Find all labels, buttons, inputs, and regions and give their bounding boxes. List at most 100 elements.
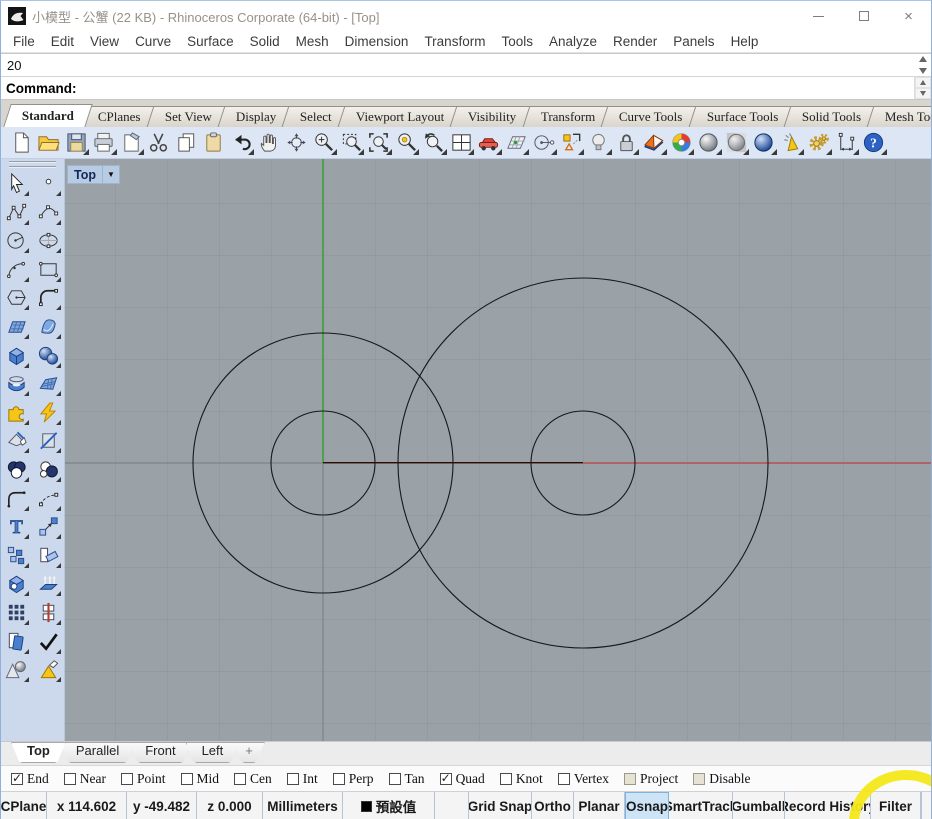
- osnap-toggle-disable[interactable]: Disable: [693, 771, 751, 787]
- viewport-tab-front[interactable]: Front: [129, 742, 191, 763]
- status-cell-6[interactable]: [435, 792, 469, 819]
- sidebar-tool-icon-check-tool[interactable]: [35, 629, 62, 654]
- maximize-button[interactable]: [841, 1, 886, 31]
- toolbar-icon-color-wheel[interactable]: [668, 130, 694, 156]
- toolbar-icon-rotate-view[interactable]: [283, 130, 309, 156]
- toolbar-icon-dimension[interactable]: [833, 130, 859, 156]
- menu-item-help[interactable]: Help: [723, 34, 767, 49]
- toolbar-tab-mesh-tools[interactable]: Mesh Tools: [866, 106, 931, 127]
- menu-item-render[interactable]: Render: [605, 34, 665, 49]
- osnap-toggle-end[interactable]: End: [11, 771, 49, 787]
- viewport-tab-parallel[interactable]: Parallel: [60, 742, 135, 763]
- status-cell-x-114-602[interactable]: x 114.602: [47, 792, 127, 819]
- toolbar-icon-options[interactable]: [806, 130, 832, 156]
- sidebar-tool-icon-extend-curve[interactable]: [35, 486, 62, 511]
- sidebar-tool-icon-extrude-tool[interactable]: [35, 571, 62, 597]
- sidebar-tool-icon-explode-tool[interactable]: [35, 400, 62, 425]
- scroll-up-icon[interactable]: [919, 56, 927, 62]
- toolbar-icon-shaded-viewport[interactable]: [696, 130, 722, 156]
- osnap-toggle-knot[interactable]: Knot: [499, 771, 543, 787]
- toolbar-tab-visibility[interactable]: Visibility: [449, 106, 536, 127]
- minimize-button[interactable]: [796, 1, 841, 31]
- sidebar-tool-icon-trim-tool[interactable]: [3, 428, 30, 454]
- toolbar-tab-curve-tools[interactable]: Curve Tools: [600, 106, 701, 127]
- status-cell-smarttrack[interactable]: SmartTrack: [669, 792, 733, 819]
- checkbox-icon[interactable]: [120, 772, 133, 785]
- sidebar-tool-icon-torus-tool[interactable]: [3, 371, 30, 397]
- toolbar-icon-undo-view[interactable]: [421, 130, 447, 156]
- scroll-down-icon[interactable]: [919, 68, 927, 74]
- checkbox-icon[interactable]: [388, 772, 401, 785]
- toolbar-tab-solid-tools[interactable]: Solid Tools: [783, 106, 880, 127]
- sidebar-tool-icon-pyramid-hand[interactable]: [35, 657, 62, 683]
- spinner-up-icon[interactable]: [915, 77, 931, 88]
- sidebar-tool-icon-box-tool[interactable]: [3, 343, 30, 368]
- menu-item-panels[interactable]: Panels: [665, 34, 722, 49]
- toolbar-icon-ghosted-viewport[interactable]: [723, 130, 749, 156]
- viewport-canvas[interactable]: [65, 159, 932, 741]
- toolbar-icon-zoom-window[interactable]: [338, 130, 364, 156]
- checkbox-icon[interactable]: [180, 772, 193, 785]
- menu-item-curve[interactable]: Curve: [127, 34, 179, 49]
- menu-item-solid[interactable]: Solid: [242, 34, 288, 49]
- status-cell-ortho[interactable]: Ortho: [532, 792, 574, 819]
- sidebar-tool-icon-text-tool[interactable]: T: [3, 514, 30, 540]
- toolbar-icon-osnap-settings[interactable]: [558, 130, 584, 156]
- checkbox-icon[interactable]: [693, 772, 706, 785]
- sidebar-grip[interactable]: [9, 161, 56, 168]
- close-button[interactable]: ×: [886, 1, 931, 31]
- toolbar-icon-render[interactable]: [778, 130, 804, 156]
- sidebar-tool-icon-section-tool[interactable]: [35, 600, 62, 625]
- toolbar-tab-surface-tools[interactable]: Surface Tools: [688, 106, 797, 127]
- toolbar-icon-undo[interactable]: [228, 130, 254, 156]
- checkbox-icon[interactable]: [439, 771, 452, 785]
- sidebar-tool-icon-circle-tool[interactable]: [3, 228, 30, 254]
- menu-item-surface[interactable]: Surface: [179, 34, 242, 49]
- toolbar-icon-page-setup[interactable]: [118, 130, 144, 156]
- toolbar-tab-standard[interactable]: Standard: [3, 104, 93, 127]
- viewport-tab-[interactable]: +: [233, 742, 265, 763]
- viewport-tab-left[interactable]: Left: [186, 742, 240, 763]
- toolbar-icon-print[interactable]: [91, 130, 117, 156]
- checkbox-icon[interactable]: [234, 772, 247, 785]
- status-cell-z-0-000[interactable]: z 0.000: [197, 792, 263, 819]
- status-cell-filter[interactable]: Filter: [871, 792, 921, 819]
- status-cell-y-49-482[interactable]: y -49.482: [127, 792, 197, 819]
- toolbar-icon-viewport-layout[interactable]: [448, 130, 474, 156]
- checkbox-icon[interactable]: [63, 772, 76, 785]
- osnap-toggle-tan[interactable]: Tan: [388, 771, 425, 787]
- sidebar-tool-icon-layers-copy[interactable]: [3, 629, 30, 654]
- toolbar-tab-transform[interactable]: Transform: [522, 106, 614, 127]
- sidebar-tool-icon-surface-curved[interactable]: [35, 314, 62, 339]
- osnap-toggle-mid[interactable]: Mid: [180, 771, 219, 787]
- toolbar-icon-cplane[interactable]: [503, 130, 529, 156]
- menu-item-dimension[interactable]: Dimension: [337, 34, 417, 49]
- toolbar-icon-zoom-dynamic[interactable]: [311, 130, 337, 156]
- checkbox-icon[interactable]: [286, 772, 299, 785]
- toolbar-icon-lights[interactable]: [586, 130, 612, 156]
- toolbar-icon-set-cplane-origin[interactable]: [531, 130, 557, 156]
- sidebar-tool-icon-surface-plane[interactable]: [3, 314, 30, 339]
- sidebar-tool-icon-primitives-tool[interactable]: [3, 657, 30, 683]
- toolbar-icon-cut[interactable]: [146, 130, 172, 156]
- menu-item-view[interactable]: View: [82, 34, 127, 49]
- status-cell-planar[interactable]: Planar: [574, 792, 625, 819]
- viewport-tab-top[interactable]: Top: [11, 742, 66, 763]
- toolbar-icon-lock[interactable]: [613, 130, 639, 156]
- sidebar-tool-icon-sphere-tool[interactable]: [35, 343, 62, 368]
- command-input[interactable]: [77, 77, 915, 99]
- sidebar-tool-icon-fillet-corner[interactable]: [35, 285, 62, 311]
- osnap-toggle-near[interactable]: Near: [63, 771, 106, 787]
- sidebar-tool-icon-fillet-curve[interactable]: [3, 486, 30, 511]
- spinner-down-icon[interactable]: [915, 88, 931, 99]
- menu-item-transform[interactable]: Transform: [416, 34, 493, 49]
- osnap-toggle-perp[interactable]: Perp: [332, 771, 374, 787]
- osnap-toggle-project[interactable]: Project: [624, 771, 678, 787]
- checkbox-icon[interactable]: [332, 772, 345, 785]
- checkbox-icon[interactable]: [624, 772, 637, 785]
- toolbar-icon-pan[interactable]: [256, 130, 282, 156]
- menu-item-tools[interactable]: Tools: [493, 34, 541, 49]
- toolbar-tab-viewport-layout[interactable]: Viewport Layout: [337, 106, 463, 127]
- toolbar-icon-zoom-extents[interactable]: [366, 130, 392, 156]
- viewport-title-dropdown[interactable]: Top ▼: [67, 165, 120, 184]
